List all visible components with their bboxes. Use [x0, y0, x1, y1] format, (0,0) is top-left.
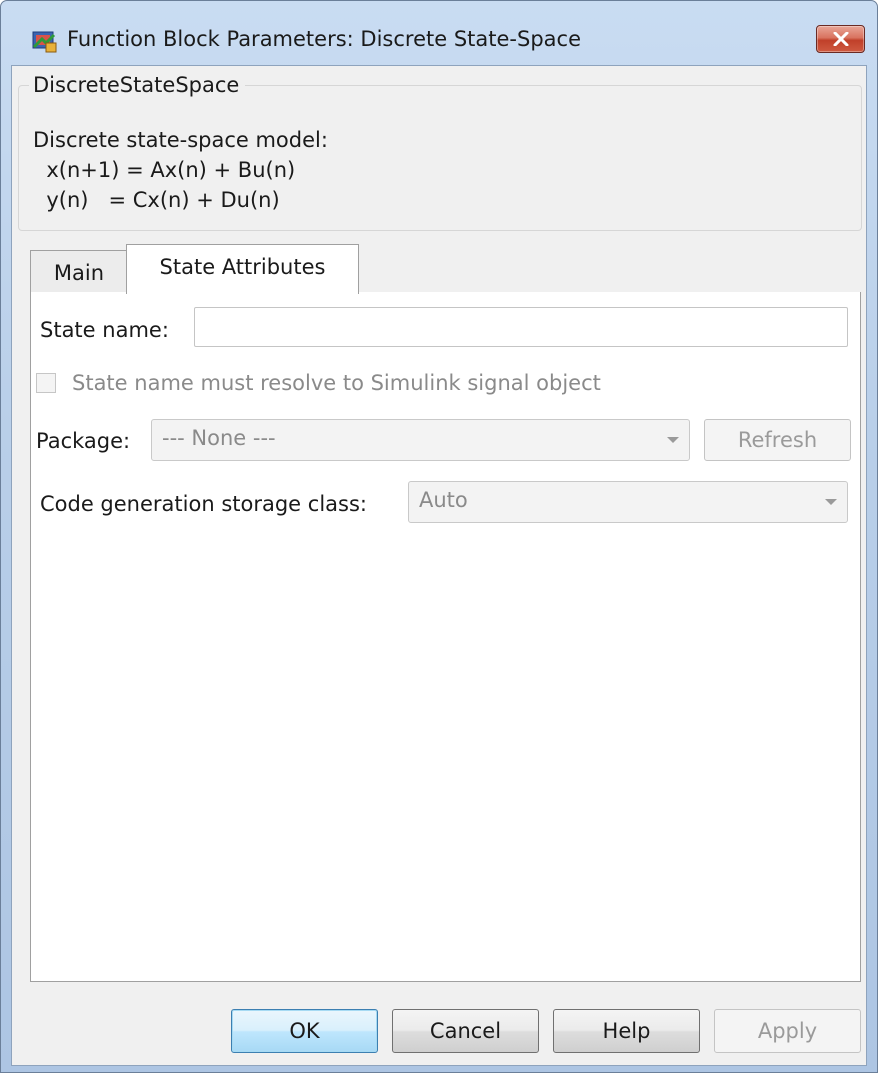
chevron-down-icon [825, 499, 837, 505]
package-dropdown[interactable]: --- None --- [151, 419, 690, 461]
storage-class-dropdown-value: Auto [419, 488, 468, 512]
storage-class-dropdown[interactable]: Auto [408, 481, 848, 523]
simulink-block-icon [32, 31, 57, 53]
close-icon [833, 32, 849, 46]
package-label: Package: [36, 429, 131, 453]
window-title: Function Block Parameters: Discrete Stat… [67, 27, 581, 51]
tab-main[interactable]: Main [30, 250, 128, 293]
ok-button[interactable]: OK [231, 1009, 378, 1053]
storage-class-label: Code generation storage class: [40, 492, 367, 516]
package-dropdown-value: --- None --- [162, 426, 276, 450]
description-line-2: x(n+1) = Ax(n) + Bu(n) [33, 158, 296, 182]
tab-state-attributes[interactable]: State Attributes [126, 244, 359, 294]
description-line-3: y(n) = Cx(n) + Du(n) [33, 188, 280, 212]
apply-button[interactable]: Apply [714, 1009, 861, 1053]
block-type-title: DiscreteStateSpace [29, 73, 246, 97]
state-attributes-panel [30, 292, 861, 982]
state-name-label: State name: [40, 318, 169, 342]
description-line-1: Discrete state-space model: [33, 128, 328, 152]
cancel-button[interactable]: Cancel [392, 1009, 539, 1053]
resolve-signal-object-label: State name must resolve to Simulink sign… [72, 371, 601, 395]
help-button[interactable]: Help [553, 1009, 700, 1053]
state-name-input[interactable] [194, 307, 848, 347]
refresh-button[interactable]: Refresh [704, 419, 851, 461]
chevron-down-icon [667, 437, 679, 443]
close-button[interactable] [816, 25, 865, 53]
resolve-signal-object-checkbox[interactable] [36, 373, 56, 393]
title-bar[interactable]: Function Block Parameters: Discrete Stat… [1, 1, 877, 65]
